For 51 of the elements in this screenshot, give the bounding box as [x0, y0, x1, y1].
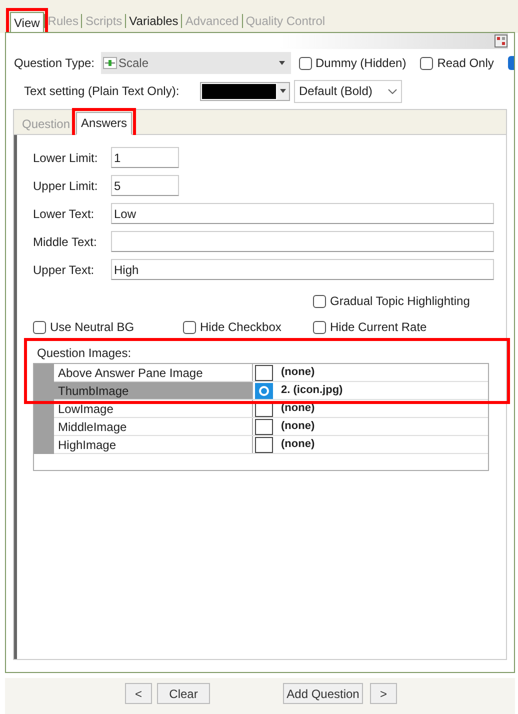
chevron-down-icon — [388, 88, 397, 94]
checkbox[interactable] — [183, 320, 196, 334]
field-label: Upper Limit: — [33, 178, 99, 194]
table-cell-text: (none) — [281, 401, 315, 416]
table-cell-text: 2. (icon.jpg) — [281, 383, 343, 398]
table-cell-text: (none) — [281, 437, 315, 452]
dropdown-caret-icon — [280, 89, 286, 93]
tab[interactable]: Variables — [125, 14, 182, 28]
checkbox[interactable] — [313, 294, 326, 308]
checkbox-label: Hide Current Rate — [330, 319, 427, 336]
thumbnail-slot[interactable] — [255, 364, 273, 380]
question-type-label: Question Type: — [14, 55, 94, 72]
scale-icon — [102, 57, 116, 69]
checkbox-label: Hide Checkbox — [200, 319, 282, 336]
table-cell-text: (none) — [281, 419, 315, 434]
checkbox-label: Gradual Topic Highlighting — [330, 293, 470, 310]
grid-icon[interactable] — [494, 34, 508, 48]
input-field[interactable]: 5 — [111, 175, 179, 196]
checkbox-label: Use Neutral BG — [50, 319, 134, 336]
button[interactable]: > — [370, 683, 397, 704]
checkbox[interactable] — [313, 320, 326, 334]
checkbox-label: Read Only — [437, 55, 494, 72]
table-cell-text: (none) — [281, 365, 315, 380]
tab[interactable]: Answers — [76, 112, 132, 135]
text-setting-label: Text setting (Plain Text Only): — [24, 83, 180, 100]
checkbox-label: Dummy (Hidden) — [316, 55, 406, 72]
field-label: Upper Text: — [33, 262, 96, 278]
button[interactable]: < — [125, 683, 152, 704]
question-type-dropdown[interactable]: Scale — [100, 52, 290, 74]
button[interactable]: Add Question — [283, 683, 363, 704]
thumbnail-slot[interactable] — [255, 418, 273, 434]
toggle-icon[interactable] — [508, 56, 514, 70]
input-field[interactable]: 1 — [111, 147, 179, 168]
button[interactable]: Clear — [157, 683, 210, 704]
section-label: Question Images: — [36, 345, 132, 361]
input-field[interactable]: Low — [111, 203, 494, 224]
field-label: Middle Text: — [33, 234, 98, 250]
dropdown-caret-icon — [278, 61, 284, 65]
style-dropdown[interactable]: Default (Bold) — [294, 80, 402, 102]
checkbox[interactable] — [298, 56, 312, 70]
field-label: Lower Text: — [33, 206, 96, 222]
input-field[interactable]: High — [111, 259, 494, 280]
tab[interactable]: View — [10, 12, 44, 34]
table-cell[interactable]: ThumbImage — [54, 382, 253, 399]
input-field[interactable] — [111, 231, 494, 252]
checkbox[interactable] — [420, 56, 434, 70]
color-picker[interactable] — [200, 82, 290, 100]
thumbnail-slot[interactable] — [255, 436, 273, 452]
field-label: Lower Limit: — [33, 150, 99, 166]
checkbox[interactable] — [33, 320, 46, 334]
thumbnail-icon[interactable] — [255, 382, 273, 398]
